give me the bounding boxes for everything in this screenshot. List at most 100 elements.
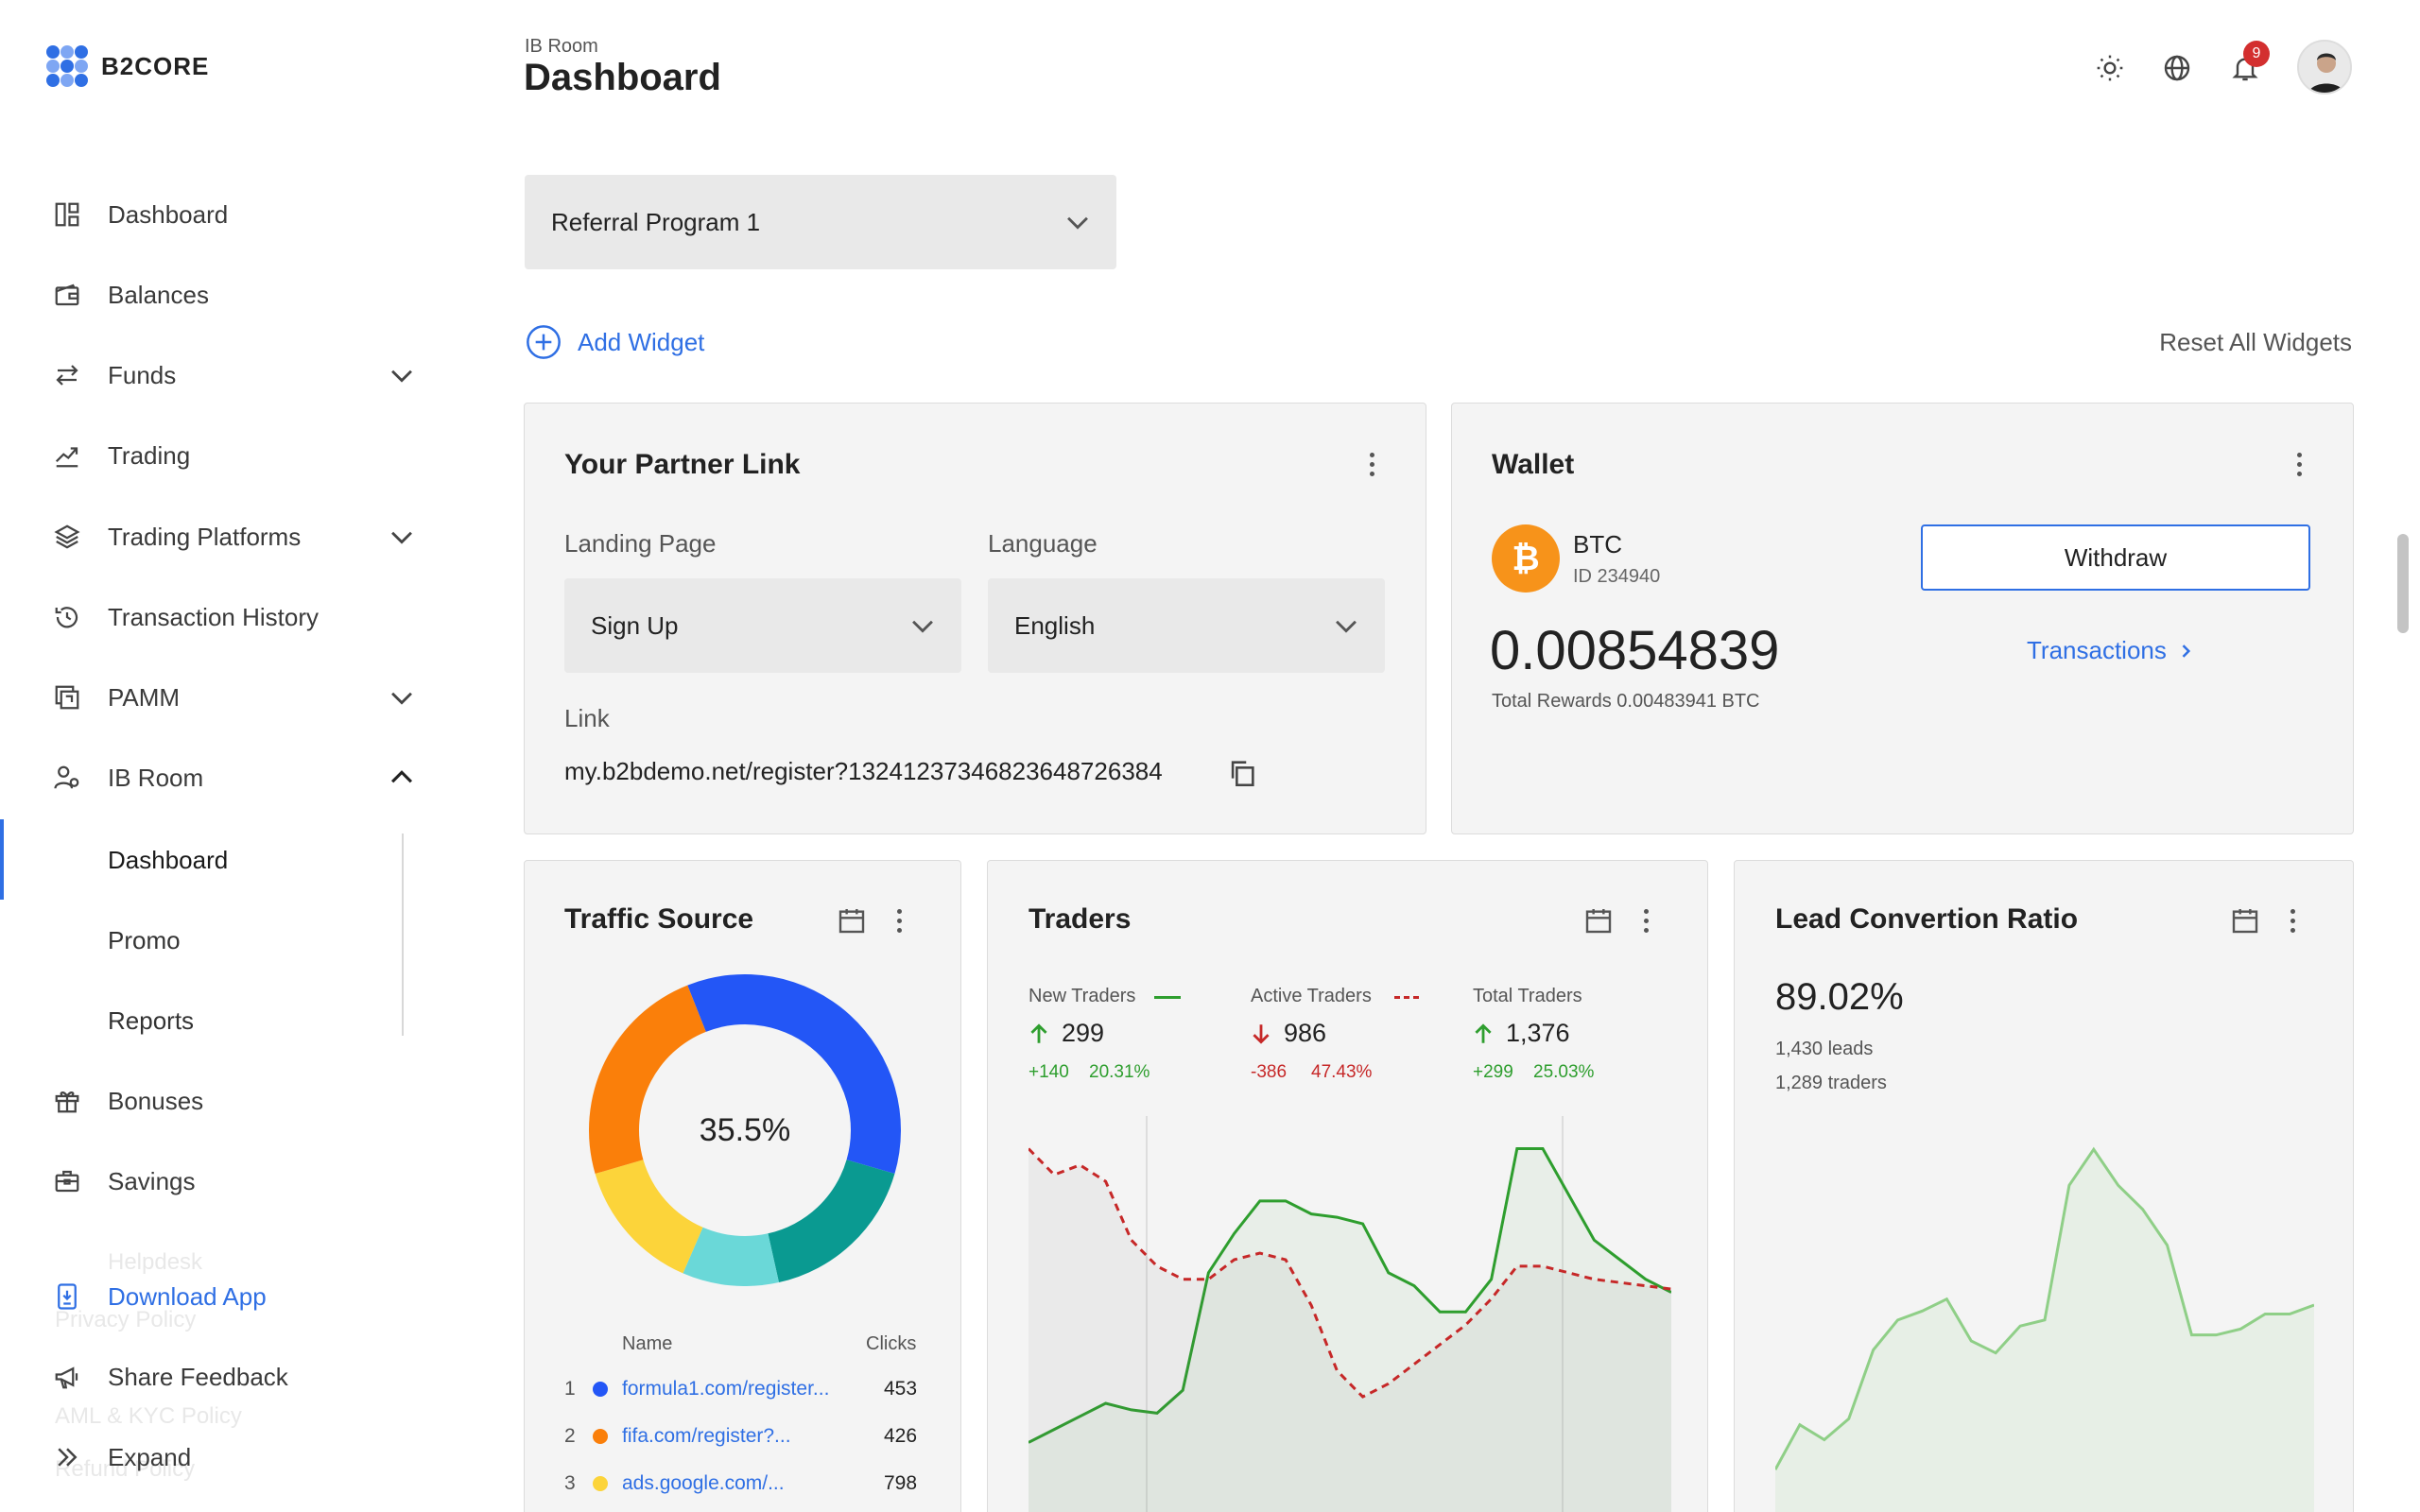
traders-card: Traders New Traders 299 +140 20.31% Acti…: [987, 860, 1708, 1512]
wallet-balance: 0.00854839: [1490, 620, 1780, 681]
sidebar-item-label: Savings: [108, 1166, 196, 1195]
double-chevron-right-icon: [52, 1442, 82, 1472]
calendar-icon[interactable]: [837, 905, 867, 936]
wallet-rewards: Total Rewards 0.00483941 BTC: [1492, 691, 1760, 712]
sidebar-subitem-label: Promo: [108, 925, 181, 954]
chevron-right-icon: [2182, 644, 2190, 658]
sidebar-item-ib-room[interactable]: IB Room: [0, 749, 435, 806]
sidebar-item-label: IB Room: [108, 763, 204, 792]
wallet-currency: BTC: [1573, 530, 1622, 558]
col-clicks-header: Clicks: [866, 1333, 917, 1354]
transfer-icon: [52, 360, 82, 390]
lead-conversion-card: Lead Convertion Ratio 89.02% 1,430 leads…: [1734, 860, 2354, 1512]
row-name-link[interactable]: ads.google.com/...: [622, 1472, 785, 1495]
referral-program-value: Referral Program 1: [551, 207, 761, 236]
chevron-down-icon[interactable]: [386, 521, 418, 553]
download-app-label: Download App: [108, 1281, 267, 1311]
partner-link-value[interactable]: my.b2bdemo.net/register?1324123734682364…: [564, 757, 1163, 786]
card-title: Traders: [1028, 903, 1132, 935]
savings-icon: [52, 1166, 82, 1196]
lead-leads-count: 1,430 leads: [1775, 1039, 1874, 1059]
calendar-icon[interactable]: [2230, 905, 2260, 936]
brand-name: B2CORE: [101, 51, 210, 80]
lead-area-chart: [1775, 1146, 2314, 1512]
language-select[interactable]: English: [988, 578, 1385, 673]
active-traders-delta: -386: [1251, 1062, 1288, 1082]
reset-widgets-button[interactable]: Reset All Widgets: [2159, 328, 2352, 357]
donut-slice-3: [595, 1160, 703, 1274]
more-menu-icon[interactable]: [2283, 903, 2302, 937]
gift-icon: [52, 1086, 82, 1116]
referral-program-select[interactable]: Referral Program 1: [525, 175, 1116, 269]
sidebar-subitem-label: Reports: [108, 1005, 195, 1035]
row-color-dot: [593, 1382, 608, 1397]
download-app-button[interactable]: Download App: [0, 1268, 435, 1325]
landing-page-label: Landing Page: [564, 529, 717, 558]
wallet-id: ID 234940: [1573, 566, 1661, 587]
legend-solid-line: [1154, 996, 1181, 999]
row-name-link[interactable]: fifa.com/register?...: [622, 1425, 791, 1448]
add-widget-label: Add Widget: [578, 327, 705, 356]
globe-icon: [2164, 55, 2190, 81]
more-menu-icon[interactable]: [890, 903, 908, 937]
active-traders-pct: 47.43%: [1311, 1062, 1373, 1082]
transactions-label: Transactions: [2027, 636, 2167, 664]
sidebar-item-funds[interactable]: Funds: [0, 347, 435, 404]
sidebar-item-balances[interactable]: Balances: [0, 266, 435, 323]
row-color-dot: [593, 1476, 608, 1491]
sidebar-subitem-promo[interactable]: Promo: [0, 912, 435, 969]
history-icon: [52, 602, 82, 632]
sidebar-item-label: Balances: [108, 280, 209, 309]
chevron-up-icon[interactable]: [386, 762, 418, 794]
new-traders-pct: 20.31%: [1089, 1062, 1150, 1082]
legend-dashed-line: [1394, 996, 1421, 999]
traders-line-chart: [1028, 1116, 1671, 1512]
calendar-icon[interactable]: [1583, 905, 1614, 936]
chevron-down-icon: [1067, 216, 1088, 230]
avatar[interactable]: [2297, 40, 2352, 94]
page-scrollbar[interactable]: [2397, 534, 2409, 633]
new-traders-value: 299: [1062, 1019, 1105, 1047]
sidebar-item-bonuses[interactable]: Bonuses: [0, 1073, 435, 1129]
megaphone-icon: [52, 1362, 82, 1392]
more-menu-icon[interactable]: [2290, 447, 2308, 481]
sidebar-item-savings[interactable]: Savings: [0, 1153, 435, 1210]
landing-page-select[interactable]: Sign Up: [564, 578, 961, 673]
copy-icon[interactable]: [1226, 757, 1258, 789]
total-traders-label: Total Traders: [1473, 986, 1582, 1006]
arrow-down-icon: [1253, 1024, 1270, 1044]
landing-page-value: Sign Up: [591, 610, 679, 640]
sidebar-item-label: Bonuses: [108, 1086, 204, 1115]
sidebar-item-dashboard[interactable]: Dashboard: [0, 186, 435, 243]
theme-toggle-button[interactable]: [2093, 51, 2127, 85]
share-feedback-button[interactable]: Share Feedback: [0, 1349, 435, 1405]
new-traders-delta: +140: [1028, 1062, 1069, 1082]
chevron-down-icon: [1336, 620, 1357, 633]
breadcrumb[interactable]: IB Room: [525, 36, 598, 58]
layers-icon: [52, 522, 82, 552]
language-button[interactable]: [2160, 51, 2194, 85]
sidebar-item-trading[interactable]: Trading: [0, 427, 435, 484]
more-menu-icon[interactable]: [1362, 447, 1381, 481]
sidebar-item-pamm[interactable]: PAMM: [0, 669, 435, 726]
more-menu-icon[interactable]: [1636, 903, 1655, 937]
sidebar-subitem-dashboard[interactable]: Dashboard: [0, 832, 435, 888]
arrow-up-icon: [1475, 1023, 1492, 1043]
lead-ratio-value: 89.02%: [1775, 976, 1904, 1018]
transactions-link[interactable]: Transactions: [2027, 636, 2195, 665]
sidebar-subitem-label: Dashboard: [108, 845, 229, 874]
svg-text:₿: ₿: [1512, 540, 1539, 578]
withdraw-button[interactable]: Withdraw: [1921, 524, 2310, 591]
sidebar-item-trading-platforms[interactable]: Trading Platforms: [0, 508, 435, 565]
add-widget-button[interactable]: Add Widget: [525, 323, 704, 361]
expand-sidebar-button[interactable]: Expand: [0, 1429, 435, 1486]
brand-logo[interactable]: B2CORE: [46, 45, 209, 87]
row-clicks: 426: [884, 1425, 918, 1447]
chevron-down-icon[interactable]: [386, 681, 418, 713]
sidebar-subitem-reports[interactable]: Reports: [0, 992, 435, 1049]
row-clicks: 798: [884, 1472, 918, 1494]
chevron-down-icon[interactable]: [386, 359, 418, 391]
notification-badge: 9: [2243, 41, 2270, 67]
row-name-link[interactable]: formula1.com/register...: [622, 1378, 829, 1400]
sidebar-item-transaction-history[interactable]: Transaction History: [0, 589, 435, 645]
